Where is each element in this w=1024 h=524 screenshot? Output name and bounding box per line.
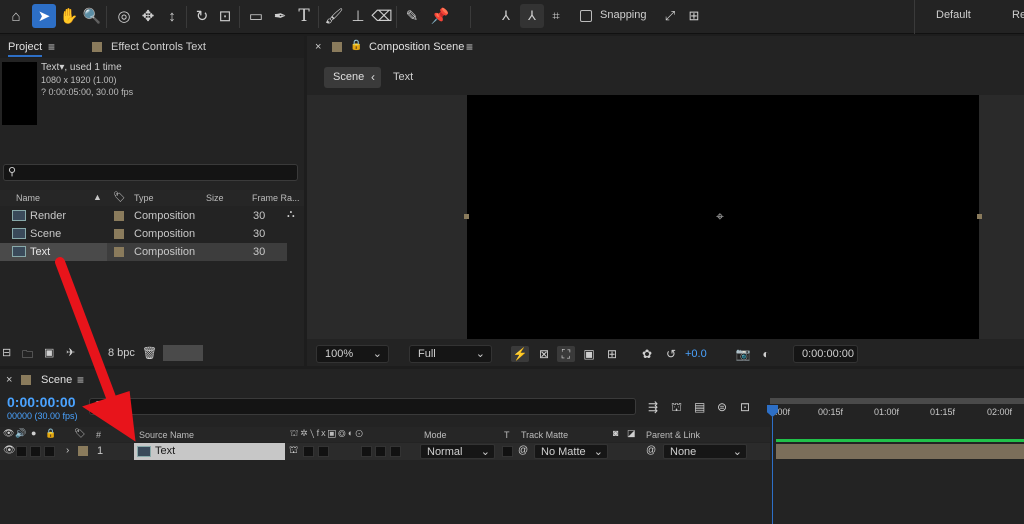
annotation-arrow <box>55 257 136 442</box>
